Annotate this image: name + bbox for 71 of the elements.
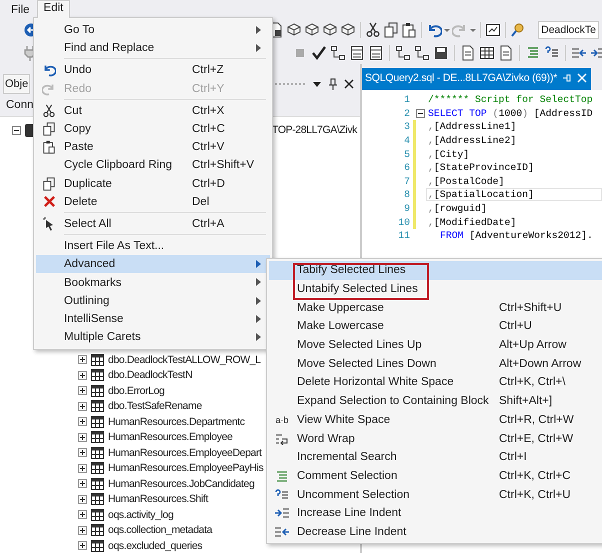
code-line: ,[ModifiedDate] bbox=[427, 216, 518, 229]
code-line: ,[PostalCode] bbox=[427, 174, 506, 188]
line-number: 10 bbox=[397, 216, 410, 228]
table-node[interactable]: oqs.activity_log bbox=[108, 508, 174, 521]
code-line: ,[AddressLine2] bbox=[427, 134, 518, 148]
menu-item[interactable]: Paste Ctrl+V bbox=[36, 138, 270, 156]
menu-item[interactable]: Advanced bbox=[36, 255, 270, 274]
table-node[interactable]: dbo.ErrorLog bbox=[108, 384, 164, 397]
code-line: FROM [AdventureWorks2012]. bbox=[439, 229, 594, 242]
menu-item[interactable]: Make Uppercase Ctrl+Shift+U bbox=[269, 298, 602, 318]
menu-item[interactable]: Delete Del bbox=[36, 192, 270, 211]
table-node[interactable]: HumanResources.Shift bbox=[108, 493, 208, 506]
menu-item[interactable]: Go To bbox=[36, 21, 270, 40]
table-node[interactable]: dbo.DeadlockTestN bbox=[108, 369, 192, 382]
menu-item[interactable]: Outlining bbox=[36, 292, 270, 310]
menu-item[interactable]: Decrease Line Indent bbox=[269, 522, 602, 542]
menu-item[interactable]: Cut Ctrl+X bbox=[36, 102, 270, 120]
menu-item[interactable]: Cycle Clipboard Ring Ctrl+Shift+V bbox=[36, 156, 270, 174]
database-dropdown[interactable]: DeadlockTe bbox=[538, 20, 599, 38]
menu-item[interactable]: Incremental Search Ctrl+I bbox=[269, 448, 602, 467]
line-number: 11 bbox=[397, 230, 410, 242]
table-node[interactable]: oqs.excluded_queries bbox=[108, 540, 202, 552]
menu-item[interactable]: Make Lowercase Ctrl+U bbox=[269, 317, 602, 336]
menu-item[interactable]: Delete Horizontal White Space Ctrl+K, Ctrl+\ bbox=[269, 373, 602, 392]
menu-item[interactable]: Insert File As Text... bbox=[36, 237, 270, 256]
menu-item[interactable]: Move Selected Lines Up Alt+Up Arrow bbox=[269, 336, 602, 354]
menu-item[interactable]: Undo Ctrl+Z bbox=[36, 61, 270, 80]
code-line: ,[rowguid] bbox=[427, 202, 488, 216]
table-node[interactable]: dbo.TestSafeRename bbox=[108, 400, 202, 412]
connect-button[interactable]: Conn bbox=[6, 99, 34, 111]
line-number: 6 bbox=[403, 162, 410, 174]
menu-item[interactable]: Word Wrap Ctrl+E, Ctrl+W bbox=[269, 429, 602, 448]
table-node[interactable]: HumanResources.EmployeeDepart bbox=[108, 446, 262, 459]
panel-title: Obje bbox=[3, 74, 30, 94]
table-node[interactable]: HumanResources.JobCandidateg bbox=[108, 478, 254, 490]
line-number: 1 bbox=[403, 94, 410, 106]
menu-bar-item[interactable]: Edit bbox=[36, 0, 70, 18]
table-node[interactable]: HumanResources.EmployeePayHis bbox=[108, 462, 264, 474]
code-line: ,[StateProvinceID] bbox=[427, 161, 535, 174]
menu-item[interactable]: Expand Selection to Containing Block Shift+Alt+] bbox=[269, 392, 602, 410]
menu-item[interactable]: Move Selected Lines Down Alt+Down Arrow bbox=[269, 354, 602, 374]
menu-item[interactable]: Find and Replace bbox=[36, 39, 270, 58]
code-line: ,[AddressLine1] bbox=[427, 120, 518, 134]
line-number: 9 bbox=[403, 203, 410, 214]
code-line: SELECT TOP (1000) [AddressID bbox=[427, 106, 594, 120]
menu-item[interactable]: Tabify Selected Lines bbox=[269, 261, 602, 280]
line-number: 3 bbox=[403, 121, 410, 132]
menu-item[interactable]: Untabify Selected Lines bbox=[269, 280, 602, 298]
menu-item[interactable]: Uncomment Selection Ctrl+K, Ctrl+U bbox=[269, 485, 602, 504]
menu-item[interactable]: Bookmarks bbox=[36, 273, 270, 292]
server-node[interactable]: TOP-28LL7GA\Zivk bbox=[272, 124, 358, 136]
line-number: 5 bbox=[403, 148, 410, 160]
line-number: 4 bbox=[403, 135, 410, 146]
menu-item[interactable]: Duplicate Ctrl+D bbox=[36, 174, 270, 193]
table-node[interactable]: HumanResources.Employee bbox=[108, 431, 232, 444]
menu-item[interactable]: Comment Selection Ctrl+K, Ctrl+C bbox=[269, 466, 602, 486]
menu-item[interactable]: a·b View White Space Ctrl+R, Ctrl+W bbox=[269, 410, 602, 430]
menu-item[interactable]: Multiple Carets bbox=[36, 328, 270, 346]
table-node[interactable]: HumanResources.Departmentc bbox=[108, 416, 245, 428]
menu-bar-item[interactable]: File bbox=[4, 2, 37, 18]
code-line: /****** Script for SelectTop bbox=[427, 93, 594, 106]
menu-item[interactable]: Select All Ctrl+A bbox=[36, 214, 270, 234]
line-number: 8 bbox=[403, 189, 410, 200]
menu-item[interactable]: Increase Line Indent bbox=[269, 504, 602, 523]
menu-item[interactable]: Copy Ctrl+C bbox=[36, 120, 270, 138]
line-number: 7 bbox=[403, 176, 410, 187]
table-node[interactable]: oqs.collection_metadata bbox=[108, 524, 212, 536]
menu-item[interactable]: IntelliSense bbox=[36, 310, 270, 328]
line-number: 2 bbox=[403, 108, 410, 119]
table-node[interactable]: dbo.DeadlockTestALLOW_ROW_L bbox=[108, 354, 261, 366]
code-line: ,[City] bbox=[427, 148, 470, 161]
